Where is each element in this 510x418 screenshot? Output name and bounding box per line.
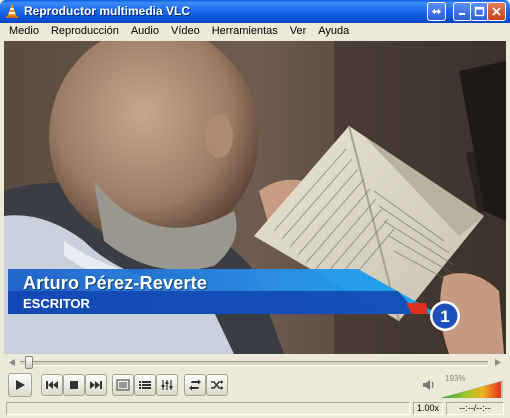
fullscreen-button[interactable] <box>112 374 134 396</box>
next-button[interactable] <box>85 374 107 396</box>
resize-arrows-icon <box>432 8 441 15</box>
minimize-icon <box>459 13 465 15</box>
menu-bar: Medio Reproducción Audio Vídeo Herramien… <box>3 23 507 40</box>
play-button[interactable] <box>8 373 32 397</box>
speaker-icon[interactable] <box>422 378 436 392</box>
previous-icon <box>46 381 58 389</box>
menu-herramientas[interactable]: Herramientas <box>206 23 284 40</box>
loop-icon <box>189 379 201 391</box>
seek-forward-arrow-icon[interactable] <box>493 358 502 367</box>
next-icon <box>90 381 102 389</box>
fullscreen-icon <box>116 379 130 391</box>
menu-audio[interactable]: Audio <box>125 23 165 40</box>
random-icon <box>211 380 224 390</box>
seek-back-arrow-icon[interactable] <box>8 358 17 367</box>
title-bar[interactable]: Reproductor multimedia VLC <box>0 0 510 23</box>
stop-icon <box>70 381 78 389</box>
playlist-icon <box>139 381 151 389</box>
close-icon <box>492 7 501 16</box>
extended-settings-button[interactable] <box>156 374 178 396</box>
seek-thumb[interactable] <box>25 356 34 369</box>
vlc-window: Reproductor multimedia VLC Medio Reprodu… <box>0 0 510 418</box>
caption-role: ESCRITOR <box>23 296 90 311</box>
menu-reproduccion[interactable]: Reproducción <box>45 23 125 40</box>
caption-name: Arturo Pérez-Reverte <box>23 273 208 293</box>
video-area[interactable]: Arturo Pérez-Reverte ESCRITOR 1 <box>4 41 506 354</box>
compact-mode-button[interactable] <box>427 2 446 21</box>
close-button[interactable] <box>487 2 506 21</box>
loop-button[interactable] <box>184 374 206 396</box>
menu-video[interactable]: Vídeo <box>165 23 206 40</box>
time-display[interactable]: --:--/--:-- <box>446 402 504 415</box>
vlc-cone-icon <box>6 4 18 18</box>
channel-logo-number: 1 <box>440 307 449 326</box>
status-bar: 1.00x --:--/--:-- <box>4 401 506 416</box>
extended-settings-icon <box>161 380 173 390</box>
random-button[interactable] <box>206 374 228 396</box>
menu-ayuda[interactable]: Ayuda <box>312 23 355 40</box>
play-icon <box>16 380 25 390</box>
seek-bar[interactable] <box>4 355 506 370</box>
lower-third-caption: Arturo Pérez-Reverte ESCRITOR <box>8 269 438 314</box>
stop-button[interactable] <box>63 374 85 396</box>
menu-ver[interactable]: Ver <box>284 23 313 40</box>
playlist-button[interactable] <box>134 374 156 396</box>
window-title: Reproductor multimedia VLC <box>24 4 191 18</box>
previous-button[interactable] <box>41 374 63 396</box>
menu-medio[interactable]: Medio <box>3 23 45 40</box>
volume-slider[interactable] <box>441 381 503 398</box>
controls-bar: 193% <box>4 370 506 400</box>
channel-logo-icon: 1 <box>430 301 460 331</box>
status-message <box>6 402 410 415</box>
seek-track[interactable] <box>20 361 488 366</box>
playback-speed[interactable]: 1.00x <box>413 402 443 415</box>
maximize-icon <box>474 6 485 17</box>
